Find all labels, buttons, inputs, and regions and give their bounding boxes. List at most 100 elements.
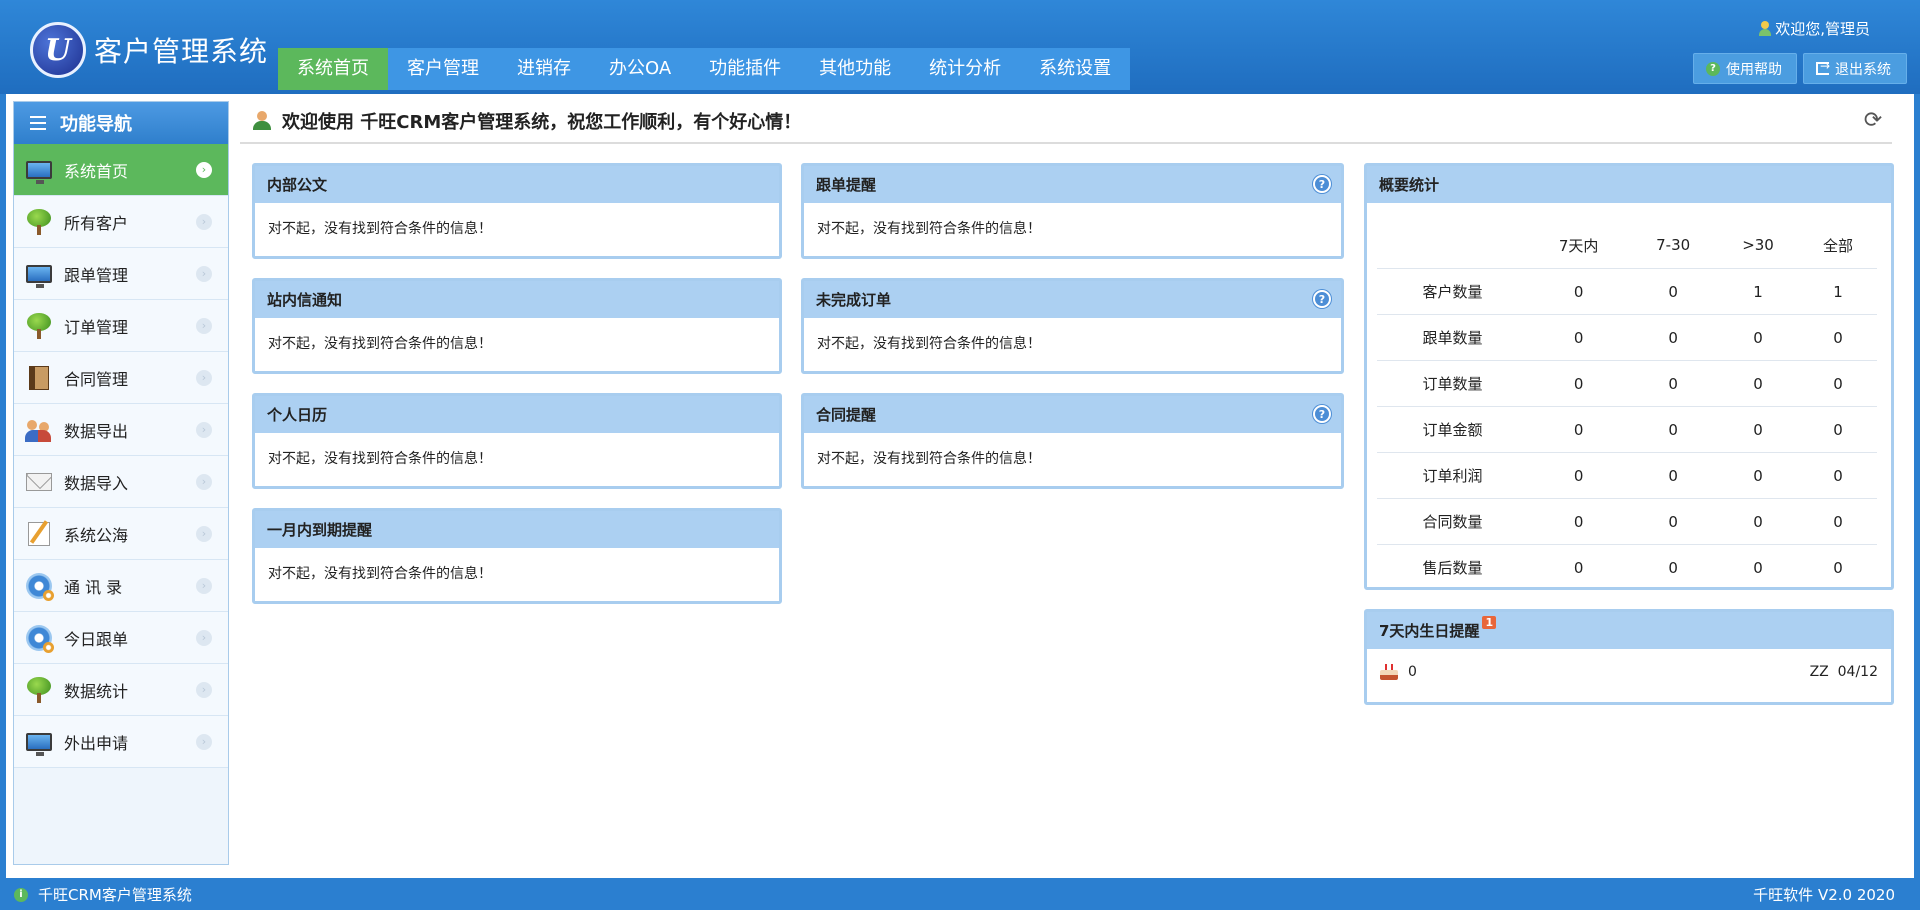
chevron-right-icon: › xyxy=(196,265,212,282)
tab-settings[interactable]: 系统设置 xyxy=(1020,48,1130,90)
logo-icon: U xyxy=(30,22,86,78)
tab-other[interactable]: 其他功能 xyxy=(800,48,910,90)
table-cell: 0 xyxy=(1629,452,1718,499)
table-cell: 0 xyxy=(1799,452,1877,499)
tab-plugins[interactable]: 功能插件 xyxy=(690,48,800,90)
user-icon xyxy=(1759,20,1772,37)
chevron-right-icon: › xyxy=(196,161,212,178)
help-icon[interactable]: ? xyxy=(1313,290,1331,308)
table-cell: 0 xyxy=(1717,452,1799,499)
tab-home[interactable]: 系统首页 xyxy=(278,48,388,90)
table-cell: 0 xyxy=(1717,360,1799,407)
sidebar-item-label: 数据统计 xyxy=(64,681,129,701)
row-label: 客户数量 xyxy=(1377,268,1529,315)
sidebar-item-orders[interactable]: 订单管理 › xyxy=(14,300,228,352)
app-title: 客户管理系统 xyxy=(94,35,269,68)
table-cell: 0 xyxy=(1528,314,1630,361)
info-icon: i xyxy=(14,887,28,902)
gear-icon xyxy=(26,572,54,601)
sidebar-item-outing[interactable]: 外出申请 › xyxy=(14,716,228,768)
table-cell: 1 xyxy=(1717,268,1799,315)
column-header: >30 xyxy=(1742,236,1774,254)
table-cell: 0 xyxy=(1629,360,1718,407)
welcome-text: 欢迎您,管理员 xyxy=(1775,20,1870,38)
panel-personal-calendar: 个人日历 对不起，没有找到符合条件的信息！ xyxy=(252,393,782,489)
table-row: 合同数量 0 0 0 0 xyxy=(1377,498,1877,545)
footer-left: i 千旺CRM客户管理系统 xyxy=(14,884,192,905)
tab-office-oa[interactable]: 办公OA xyxy=(590,48,690,90)
chevron-right-icon: › xyxy=(196,733,212,750)
header-bar: U 客户管理系统 系统首页 客户管理 进销存 办公OA 功能插件 其他功能 统计… xyxy=(0,0,1920,94)
birthday-name-date: ZZ 04/12 xyxy=(1809,664,1878,680)
sidebar-item-label: 数据导出 xyxy=(64,421,129,441)
row-label: 跟单数量 xyxy=(1377,314,1529,361)
table-cell: 0 xyxy=(1528,268,1630,315)
logout-label: 退出系统 xyxy=(1835,61,1891,78)
sidebar-item-statistics[interactable]: 数据统计 › xyxy=(14,664,228,716)
table-cell: 0 xyxy=(1629,314,1718,361)
stats-table: 7天内 7-30 >30 全部 客户数量 0 0 1 1 跟单数量 0 0 0 … xyxy=(1377,222,1877,590)
table-cell: 0 xyxy=(1717,314,1799,361)
panel-title: 合同提醒 xyxy=(816,406,877,424)
panel-title: 未完成订单 xyxy=(816,291,892,309)
sidebar-item-label: 跟单管理 xyxy=(64,265,129,285)
sidebar-item-today-followup[interactable]: 今日跟单 › xyxy=(14,612,228,664)
table-cell: 0 xyxy=(1799,314,1877,361)
sidebar-item-label: 数据导入 xyxy=(64,473,129,493)
table-row: 订单金额 0 0 0 0 xyxy=(1377,406,1877,453)
table-header-row: 7天内 7-30 >30 全部 xyxy=(1377,222,1877,269)
help-icon[interactable]: ? xyxy=(1313,405,1331,423)
sidebar-item-home[interactable]: 系统首页 › xyxy=(14,144,228,196)
empty-message: 对不起，没有找到符合条件的信息！ xyxy=(817,336,1041,352)
sidebar-item-followup[interactable]: 跟单管理 › xyxy=(14,248,228,300)
tab-inventory[interactable]: 进销存 xyxy=(498,48,590,90)
row-label: 订单数量 xyxy=(1377,360,1529,407)
sidebar-item-all-customers[interactable]: 所有客户 › xyxy=(14,196,228,248)
panel-expiry-reminder: 一月内到期提醒 对不起，没有找到符合条件的信息！ xyxy=(252,508,782,604)
tab-analytics[interactable]: 统计分析 xyxy=(910,48,1020,90)
sidebar-item-contacts[interactable]: 通 讯 录 › xyxy=(14,560,228,612)
sidebar-item-export[interactable]: 数据导出 › xyxy=(14,404,228,456)
empty-message: 对不起，没有找到符合条件的信息！ xyxy=(268,336,492,352)
panel-title: 一月内到期提醒 xyxy=(255,511,779,548)
book-icon xyxy=(29,365,49,390)
cake-icon xyxy=(1380,664,1398,680)
column-header: 7-30 xyxy=(1656,236,1691,254)
panel-pending-orders: 未完成订单 ? 对不起，没有找到符合条件的信息！ xyxy=(801,278,1344,374)
help-icon[interactable]: ? xyxy=(1313,175,1331,193)
sidebar-item-contracts[interactable]: 合同管理 › xyxy=(14,352,228,404)
table-row: 订单利润 0 0 0 0 xyxy=(1377,452,1877,499)
column-header xyxy=(1377,222,1528,269)
table-row: 客户数量 0 0 1 1 xyxy=(1377,268,1877,315)
sidebar-item-public-pool[interactable]: 系统公海 › xyxy=(14,508,228,560)
sidebar-item-label: 系统公海 xyxy=(64,525,129,545)
panel-header: 7天内生日提醒 1 xyxy=(1367,612,1891,649)
table-row: 跟单数量 0 0 0 0 xyxy=(1377,314,1877,361)
sidebar-item-import[interactable]: 数据导入 › xyxy=(14,456,228,508)
logout-button[interactable]: 退出系统 xyxy=(1803,53,1907,84)
sidebar-item-label: 所有客户 xyxy=(64,213,129,233)
table-row: 售后数量 0 0 0 0 xyxy=(1377,544,1877,590)
empty-message: 对不起，没有找到符合条件的信息！ xyxy=(817,451,1041,467)
sidebar-item-label: 订单管理 xyxy=(64,317,129,337)
row-label: 订单利润 xyxy=(1377,452,1529,499)
panel-site-messages: 站内信通知 对不起，没有找到符合条件的信息！ xyxy=(252,278,782,374)
panel-title: 跟单提醒 xyxy=(816,176,877,194)
table-cell: 0 xyxy=(1629,406,1718,453)
chevron-right-icon: › xyxy=(196,577,212,594)
tree-icon xyxy=(26,208,52,235)
mail-icon xyxy=(26,472,52,491)
footer-version: 千旺软件 V2.0 2020 xyxy=(1753,886,1895,904)
refresh-icon[interactable]: ⟳ xyxy=(1862,110,1884,132)
panel-internal-docs: 内部公文 对不起，没有找到符合条件的信息！ xyxy=(252,163,782,259)
table-cell: 0 xyxy=(1799,544,1877,590)
tab-customers[interactable]: 客户管理 xyxy=(388,48,498,90)
panel-birthday-reminder: 7天内生日提醒 1 0 ZZ 04/12 xyxy=(1364,609,1894,705)
table-cell: 0 xyxy=(1717,544,1799,590)
panel-contract-reminder: 合同提醒 ? 对不起，没有找到符合条件的信息！ xyxy=(801,393,1344,489)
divider xyxy=(240,142,1892,144)
table-row: 订单数量 0 0 0 0 xyxy=(1377,360,1877,407)
panel-header: 合同提醒 ? xyxy=(804,396,1341,433)
table-cell: 0 xyxy=(1799,360,1877,407)
help-button[interactable]: ? 使用帮助 xyxy=(1693,53,1797,84)
